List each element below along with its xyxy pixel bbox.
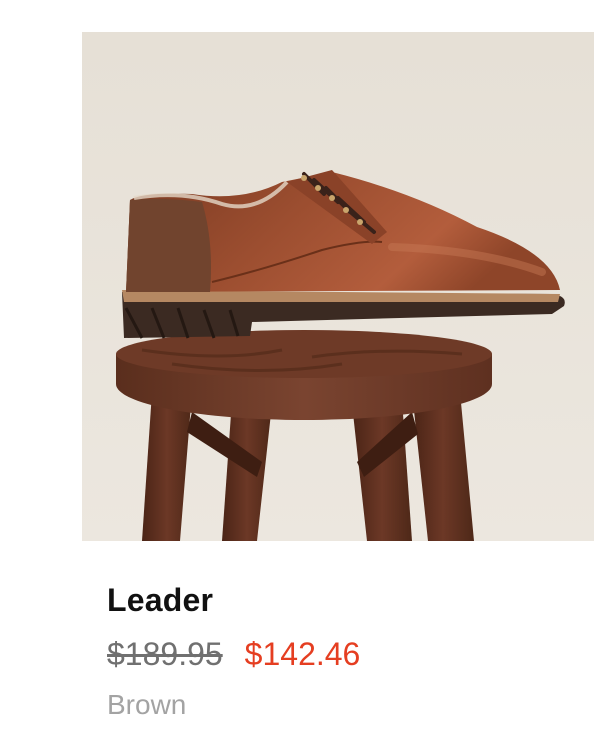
original-price: $189.95: [107, 636, 223, 672]
shoe-on-stool-image: [82, 32, 594, 541]
product-card[interactable]: Leader $189.95 $142.46 Brown: [0, 0, 600, 746]
color-name: Brown: [107, 689, 187, 720]
product-image[interactable]: [82, 32, 594, 541]
sale-price: $142.46: [244, 636, 361, 672]
price-row: $189.95 $142.46: [107, 636, 360, 673]
product-name[interactable]: Leader: [107, 582, 213, 619]
